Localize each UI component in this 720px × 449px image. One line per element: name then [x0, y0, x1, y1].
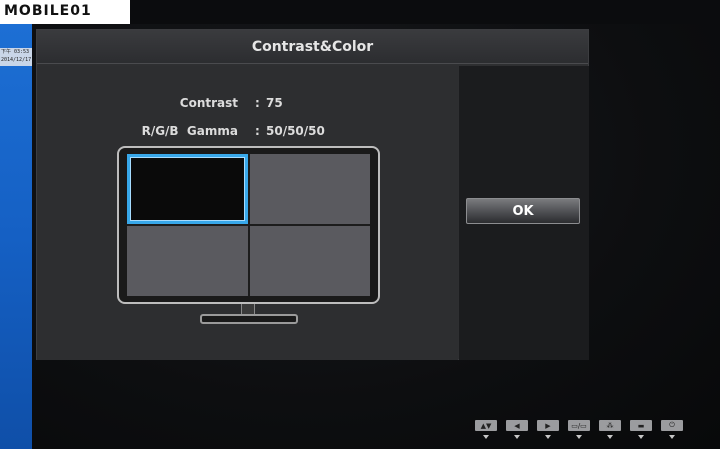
- power-key[interactable]: ⏻: [661, 420, 683, 431]
- osd-header: Contrast&Color: [37, 30, 588, 64]
- menu-key-arrow-icon: [638, 435, 644, 439]
- quadrant-top-left-selected[interactable]: [127, 154, 248, 224]
- power-key-arrow-icon: [669, 435, 675, 439]
- gamma-separator: :: [255, 124, 260, 138]
- contrast-separator: :: [255, 96, 260, 110]
- desktop-clock-date: 2014/12/17: [1, 57, 32, 63]
- settings-key-arrow-icon: [607, 435, 613, 439]
- desktop-clock-time: 下午 03:53: [1, 49, 30, 55]
- left-key-arrow-icon: [514, 435, 520, 439]
- display-stand-base: [200, 314, 298, 324]
- input-key[interactable]: ▭/▭: [568, 420, 590, 431]
- quadrant-bottom-left[interactable]: [127, 226, 248, 296]
- display-illustration: [117, 146, 380, 304]
- gamma-value: 50/50/50: [266, 124, 325, 138]
- watermark-logo: MOBILE01: [4, 3, 92, 19]
- menu-key[interactable]: ▬: [630, 420, 652, 431]
- quadrant-top-right[interactable]: [249, 154, 370, 224]
- watermark-strip: MOBILE01: [0, 0, 130, 24]
- quadrant-bottom-right[interactable]: [249, 226, 370, 296]
- desktop-clock: 下午 03:53 2014/12/17: [0, 48, 32, 66]
- input-key-arrow-icon: [576, 435, 582, 439]
- right-key-arrow-icon: [545, 435, 551, 439]
- contrast-label: Contrast: [179, 96, 238, 110]
- display-stand-neck: [241, 304, 255, 314]
- contrast-value: 75: [266, 96, 283, 110]
- display-quadrant-grid: [127, 154, 370, 296]
- right-key[interactable]: ▶: [537, 420, 559, 431]
- ok-button[interactable]: OK: [466, 198, 580, 224]
- up-down-key-arrow-icon: [483, 435, 489, 439]
- left-key[interactable]: ◀: [506, 420, 528, 431]
- desktop-background: [0, 24, 32, 449]
- settings-key[interactable]: ⁂: [599, 420, 621, 431]
- osd-title: Contrast&Color: [251, 38, 374, 55]
- gamma-label: R/G/B Gamma: [141, 124, 238, 138]
- up-down-key[interactable]: ▲▼: [475, 420, 497, 431]
